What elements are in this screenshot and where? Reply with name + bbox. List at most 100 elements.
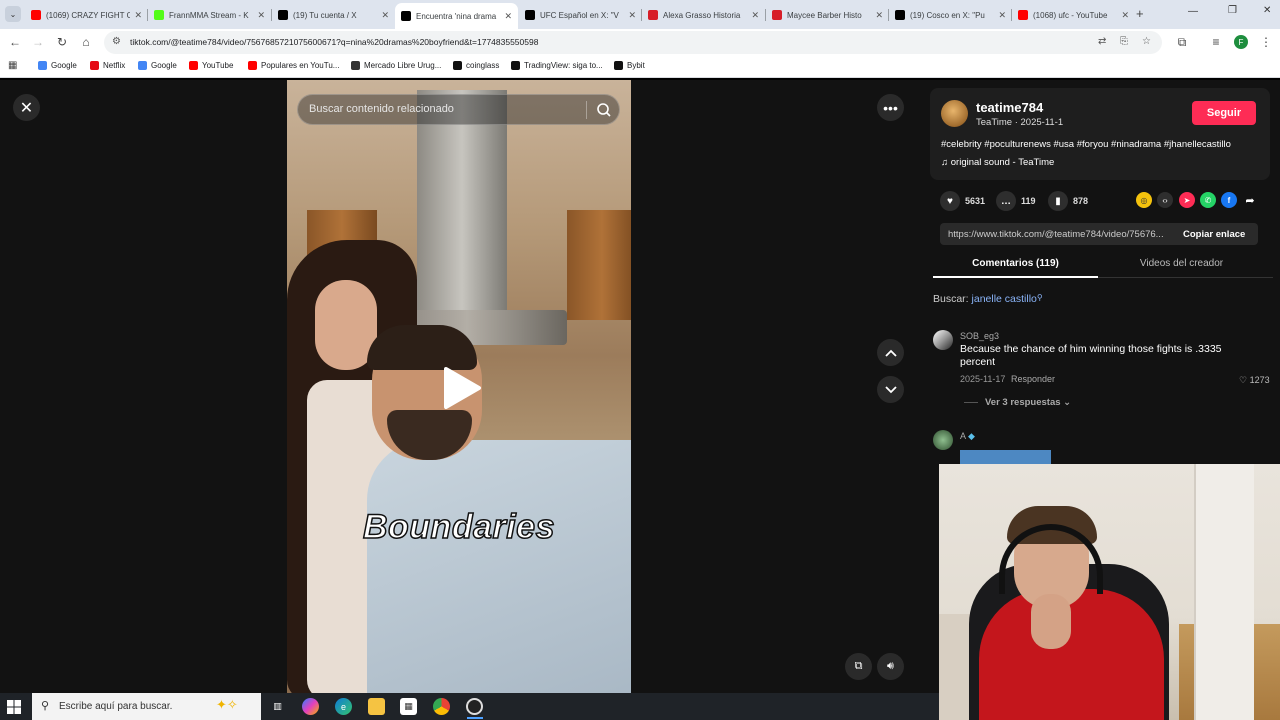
bookmark-label[interactable]: Google xyxy=(151,61,177,70)
windows-start-icon[interactable] xyxy=(6,699,22,715)
tab-4[interactable]: UFC Español en X: "V ✕ xyxy=(519,4,642,26)
copy-link-button[interactable]: Copiar enlace xyxy=(1183,229,1245,240)
chrome-icon[interactable] xyxy=(433,698,450,715)
obs-icon[interactable] xyxy=(466,698,483,715)
media-controls-icon[interactable]: ≡ xyxy=(1208,34,1224,50)
reload-button[interactable]: ↻ xyxy=(54,34,70,50)
bookmark-label[interactable]: Netflix xyxy=(103,61,125,70)
bookmark-label[interactable]: Google xyxy=(51,61,77,70)
suggested-search[interactable]: Buscar: janelle castillo⚲ xyxy=(933,293,1043,305)
related-search-box[interactable]: Buscar contenido relacionado xyxy=(297,94,620,125)
volume-button[interactable]: 🔊︎ xyxy=(877,653,904,680)
new-tab-button[interactable]: + xyxy=(1136,6,1144,21)
site-info-icon[interactable]: ⚙ xyxy=(112,36,121,47)
comment-avatar[interactable] xyxy=(933,330,953,350)
comment-stat[interactable]: … 119 xyxy=(996,191,1036,211)
address-bar[interactable]: ⚙ tiktok.com/@teatime784/video/756768572… xyxy=(104,31,1162,54)
tab-comments[interactable]: Comentarios (119) xyxy=(933,258,1098,269)
heart-outline-icon[interactable]: ♡ xyxy=(1239,375,1250,385)
bookmark-label[interactable]: TradingView: siga to... xyxy=(524,61,603,70)
tab-3[interactable]: Encuentra 'nina drama ✕ xyxy=(395,3,518,29)
bookmark-star-icon[interactable]: ☆ xyxy=(1142,36,1151,47)
play-icon[interactable] xyxy=(442,366,482,410)
send-share-icon[interactable]: ➤ xyxy=(1179,192,1195,208)
profile-avatar[interactable]: F xyxy=(1234,35,1248,49)
bookmark-item[interactable]: Bybit xyxy=(614,61,645,70)
taskbar-search-box[interactable]: ⚲ Escribe aquí para buscar. ✦✧ xyxy=(32,693,261,720)
store-icon[interactable]: ▦ xyxy=(400,698,417,715)
extensions-icon[interactable]: ⧉ xyxy=(1174,34,1190,50)
previous-video-button[interactable] xyxy=(877,339,904,366)
install-app-icon[interactable]: ⎘ xyxy=(1120,36,1128,47)
bookmark-item[interactable]: coinglass xyxy=(453,61,499,70)
bookmark-item[interactable]: Google xyxy=(38,61,77,70)
bookmark-item[interactable]: Mercado Libre Urug... xyxy=(351,61,441,70)
save-stat[interactable]: ▮ 878 xyxy=(1048,191,1088,211)
floating-player-button[interactable]: ⧉ xyxy=(845,653,872,680)
comment-username-text[interactable]: A xyxy=(960,431,966,441)
bookmark-label[interactable]: YouTube xyxy=(202,61,233,70)
edge-icon[interactable]: e xyxy=(335,698,352,715)
close-tab-icon[interactable]: ✕ xyxy=(751,10,759,21)
minimize-button[interactable]: — xyxy=(1188,6,1198,17)
copilot-icon[interactable] xyxy=(302,698,319,715)
tab-7[interactable]: (19) Cosco en X: "Pu ✕ xyxy=(889,4,1012,26)
bookmark-item[interactable]: YouTube xyxy=(189,61,233,70)
video-link-box[interactable]: https://www.tiktok.com/@teatime784/video… xyxy=(940,223,1258,245)
close-tab-icon[interactable]: ✕ xyxy=(504,11,512,22)
home-button[interactable]: ⌂ xyxy=(78,34,94,50)
bookmark-label[interactable]: coinglass xyxy=(466,61,499,70)
translate-icon[interactable]: ⇄ xyxy=(1098,36,1106,47)
window-close-button[interactable]: ✕ xyxy=(1263,5,1271,16)
restore-button[interactable]: ❐ xyxy=(1228,5,1237,16)
sound-label[interactable]: original sound - TeaTime xyxy=(951,157,1055,168)
back-button[interactable]: ← xyxy=(7,34,23,50)
bookmark-icon[interactable]: ▮ xyxy=(1048,191,1068,211)
tab-8[interactable]: (1068) ufc - YouTube ✕ xyxy=(1012,4,1135,26)
view-replies-button[interactable]: Ver 3 respuestas ⌄ xyxy=(985,397,1071,408)
related-search-placeholder[interactable]: Buscar contenido relacionado xyxy=(309,103,454,115)
follow-button[interactable]: Seguir xyxy=(1192,101,1256,125)
embed-icon[interactable]: ‹› xyxy=(1157,192,1173,208)
bookmark-label[interactable]: Mercado Libre Urug... xyxy=(364,61,441,70)
comment-username[interactable]: A ◆ xyxy=(960,431,975,442)
coin-share-icon[interactable]: ◎ xyxy=(1136,192,1152,208)
close-tab-icon[interactable]: ✕ xyxy=(381,10,389,21)
close-tab-icon[interactable]: ✕ xyxy=(875,10,883,21)
forward-button[interactable]: → xyxy=(30,34,46,50)
creator-username[interactable]: teatime784 xyxy=(976,100,1043,115)
tab-5[interactable]: Alexa Grasso Historia ✕ xyxy=(642,4,765,26)
chrome-menu-icon[interactable]: ⋮ xyxy=(1258,34,1274,50)
comment-username[interactable]: SOB_eg3 xyxy=(960,331,999,341)
search-icon[interactable] xyxy=(594,100,614,120)
creator-avatar[interactable] xyxy=(941,100,968,127)
comment-avatar[interactable] xyxy=(933,430,953,450)
bookmark-item[interactable]: Netflix xyxy=(90,61,125,70)
close-tab-icon[interactable]: ✕ xyxy=(257,10,265,21)
tab-search-button[interactable]: ⌄ xyxy=(5,6,21,22)
bookmark-label[interactable]: Bybit xyxy=(627,61,645,70)
tab-2[interactable]: (19) Tu cuenta / X ✕ xyxy=(272,4,395,26)
more-options-button[interactable]: ••• xyxy=(877,94,904,121)
file-explorer-icon[interactable] xyxy=(368,698,385,715)
share-arrow-icon[interactable]: ➦ xyxy=(1242,192,1258,208)
like-stat[interactable]: ♥ 5631 xyxy=(940,191,985,211)
url-text[interactable]: tiktok.com/@teatime784/video/75676857210… xyxy=(130,37,538,47)
post-sound[interactable]: ♫ original sound - TeaTime xyxy=(941,157,1054,168)
close-tab-icon[interactable]: ✕ xyxy=(1121,10,1129,21)
close-video-button[interactable]: ✕ xyxy=(13,94,40,121)
tab-0[interactable]: (1069) CRAZY FIGHT C ✕ xyxy=(25,4,148,26)
apps-grid-icon[interactable]: ▦ xyxy=(8,60,17,71)
view-replies-label[interactable]: Ver 3 respuestas xyxy=(985,397,1061,408)
facebook-icon[interactable]: f xyxy=(1221,192,1237,208)
bookmark-item[interactable]: TradingView: siga to... xyxy=(511,61,603,70)
video-player[interactable]: Buscar contenido relacionado Boundaries xyxy=(287,80,631,693)
task-view-icon[interactable]: ▥ xyxy=(269,698,286,715)
taskbar-search-placeholder[interactable]: Escribe aquí para buscar. xyxy=(59,701,172,712)
comment-icon[interactable]: … xyxy=(996,191,1016,211)
close-tab-icon[interactable]: ✕ xyxy=(628,10,636,21)
whatsapp-icon[interactable]: ✆ xyxy=(1200,192,1216,208)
video-link-text[interactable]: https://www.tiktok.com/@teatime784/video… xyxy=(948,229,1178,240)
bookmark-item[interactable]: Google xyxy=(138,61,177,70)
reply-button[interactable]: Responder xyxy=(1011,374,1055,384)
